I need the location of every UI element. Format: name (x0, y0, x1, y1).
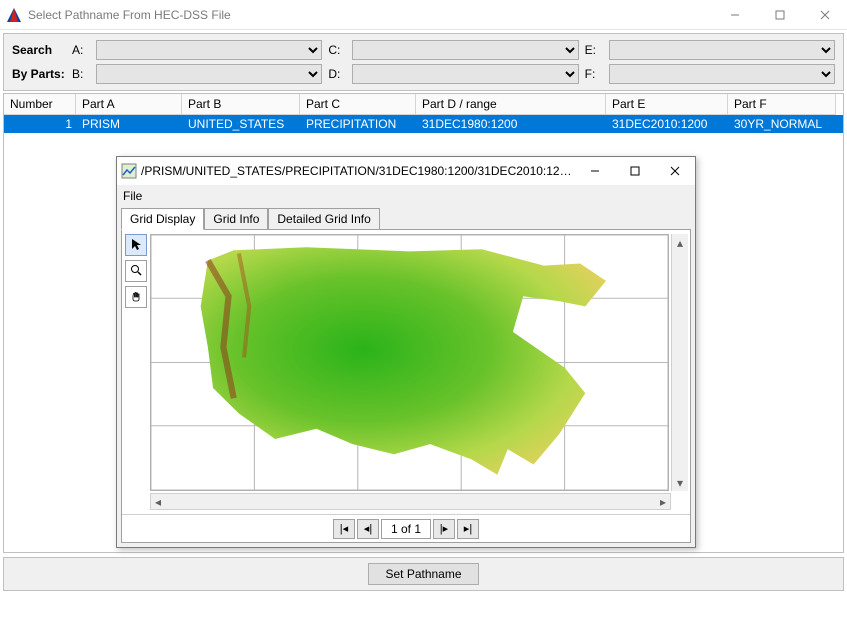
pager-next-button[interactable]: |▸ (433, 519, 455, 539)
part-f-label: F: (585, 67, 603, 81)
col-part-b[interactable]: Part B (182, 94, 300, 115)
step-prev-icon: ◂| (364, 522, 372, 535)
window-title: Select Pathname From HEC-DSS File (28, 8, 712, 22)
part-a-select[interactable] (96, 40, 322, 60)
pathname-table: Number Part A Part B Part C Part D / ran… (3, 93, 844, 553)
table-row[interactable]: 1 PRISM UNITED_STATES PRECIPITATION 31DE… (4, 115, 843, 133)
menu-file[interactable]: File (123, 189, 142, 203)
skip-first-icon: |◂ (340, 522, 348, 535)
part-c-select[interactable] (352, 40, 578, 60)
tab-grid-display[interactable]: Grid Display (121, 208, 204, 230)
cell-part-a: PRISM (76, 115, 182, 133)
plot-horizontal-scrollbar[interactable]: ◂ ▸ (150, 493, 671, 510)
skip-last-icon: ▸| (464, 522, 472, 535)
hand-icon (130, 290, 142, 305)
cell-part-d: 31DEC1980:1200 (416, 115, 606, 133)
grid-display-page: ▴ ▾ ◂ ▸ |◂ ◂| 1 of 1 |▸ ▸| (121, 229, 691, 543)
cell-part-f: 30YR_NORMAL (728, 115, 836, 133)
pager-prev-button[interactable]: ◂| (357, 519, 379, 539)
cell-part-b: UNITED_STATES (182, 115, 300, 133)
bottom-button-bar: Set Pathname (3, 557, 844, 591)
scroll-left-icon[interactable]: ◂ (151, 495, 165, 509)
col-part-f[interactable]: Part F (728, 94, 836, 115)
grid-viewer-title: /PRISM/UNITED_STATES/PRECIPITATION/31DEC… (141, 164, 575, 178)
col-part-a[interactable]: Part A (76, 94, 182, 115)
us-map-icon (151, 235, 668, 490)
step-next-icon: |▸ (440, 522, 448, 535)
tab-grid-info[interactable]: Grid Info (204, 208, 268, 230)
cell-number: 1 (4, 115, 76, 133)
grid-viewer-titlebar[interactable]: /PRISM/UNITED_STATES/PRECIPITATION/31DEC… (117, 157, 695, 185)
scroll-right-icon[interactable]: ▸ (656, 495, 670, 509)
grid-viewer-close-button[interactable] (655, 157, 695, 185)
grid-viewer-window[interactable]: /PRISM/UNITED_STATES/PRECIPITATION/31DEC… (116, 156, 696, 548)
scroll-down-icon[interactable]: ▾ (672, 474, 688, 491)
part-e-select[interactable] (609, 40, 835, 60)
part-d-label: D: (328, 67, 346, 81)
minimize-button[interactable] (712, 0, 757, 30)
window-titlebar: Select Pathname From HEC-DSS File (0, 0, 847, 30)
part-a-label: A: (72, 43, 90, 57)
byparts-label: By Parts: (12, 67, 66, 81)
col-part-e[interactable]: Part E (606, 94, 728, 115)
part-d-select[interactable] (352, 64, 578, 84)
grid-viewer-minimize-button[interactable] (575, 157, 615, 185)
grid-pager: |◂ ◂| 1 of 1 |▸ ▸| (122, 514, 690, 542)
search-by-parts-panel: Search A: C: E: By Parts: B: D: F: (3, 33, 844, 91)
cell-part-e: 31DEC2010:1200 (606, 115, 728, 133)
pointer-tool-button[interactable] (125, 234, 147, 256)
pan-tool-button[interactable] (125, 286, 147, 308)
part-b-label: B: (72, 67, 90, 81)
part-c-label: C: (328, 43, 346, 57)
grid-viewer-maximize-button[interactable] (615, 157, 655, 185)
grid-viewer-app-icon (121, 163, 137, 179)
app-icon (6, 7, 22, 23)
table-header-row: Number Part A Part B Part C Part D / ran… (4, 94, 843, 115)
grid-plot-canvas[interactable] (150, 234, 669, 491)
pointer-icon (130, 238, 142, 253)
zoom-tool-button[interactable] (125, 260, 147, 282)
pager-last-button[interactable]: ▸| (457, 519, 479, 539)
pager-page-field[interactable]: 1 of 1 (381, 519, 431, 539)
grid-viewer-menubar: File (117, 185, 695, 207)
plot-vertical-scrollbar[interactable]: ▴ ▾ (671, 234, 688, 491)
col-number[interactable]: Number (4, 94, 76, 115)
part-b-select[interactable] (96, 64, 322, 84)
col-part-d[interactable]: Part D / range (416, 94, 606, 115)
pager-first-button[interactable]: |◂ (333, 519, 355, 539)
part-e-label: E: (585, 43, 603, 57)
set-pathname-button[interactable]: Set Pathname (368, 563, 478, 585)
plot-tool-column (122, 230, 150, 493)
maximize-button[interactable] (757, 0, 802, 30)
col-part-c[interactable]: Part C (300, 94, 416, 115)
magnifier-icon (130, 264, 142, 279)
close-button[interactable] (802, 0, 847, 30)
cell-part-c: PRECIPITATION (300, 115, 416, 133)
tab-detailed-grid-info[interactable]: Detailed Grid Info (268, 208, 379, 230)
search-label: Search (12, 43, 66, 57)
part-f-select[interactable] (609, 64, 835, 84)
scroll-up-icon[interactable]: ▴ (672, 234, 688, 251)
grid-viewer-tabs: Grid Display Grid Info Detailed Grid Inf… (117, 207, 695, 229)
